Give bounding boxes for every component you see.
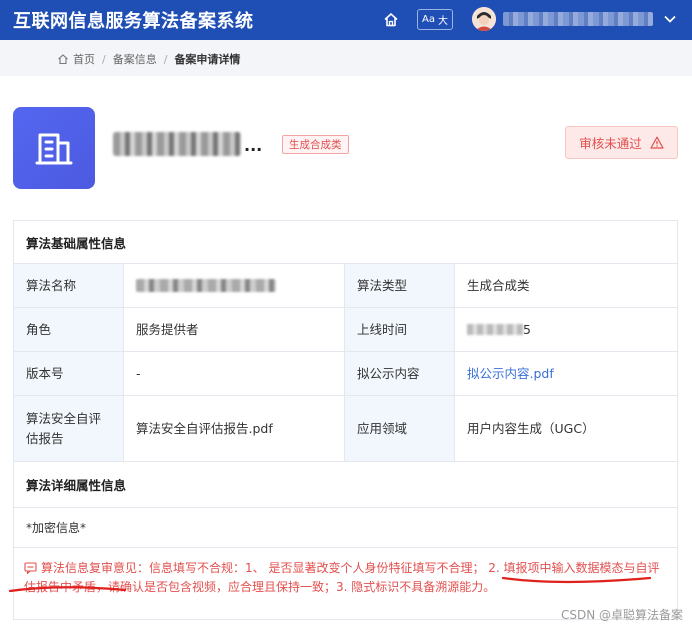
value-public-content-cell: 拟公示内容.pdf [455, 352, 677, 395]
font-size-cjk-label: 大 [437, 16, 448, 27]
status-badge: 审核未通过 [565, 126, 678, 159]
algorithm-name-ellipsis: ... [244, 136, 263, 155]
value-self-assessment[interactable]: 算法安全自评估报告.pdf [124, 396, 345, 461]
public-content-pdf-link[interactable]: 拟公示内容.pdf [467, 364, 554, 384]
app-title: 互联网信息服务算法备案系统 [13, 11, 254, 32]
home-icon [58, 54, 68, 65]
breadcrumb: 首页 / 备案信息 / 备案申请详情 [57, 51, 240, 67]
comment-icon [24, 562, 37, 574]
watermark: CSDN @卓聪算法备案 [561, 608, 684, 622]
label-self-assessment: 算法安全自评估报告 [14, 396, 124, 461]
label-application-field: 应用领域 [345, 396, 455, 461]
user-name-redacted [503, 12, 653, 26]
breadcrumb-filing-info[interactable]: 备案信息 [113, 51, 157, 67]
label-version: 版本号 [14, 352, 124, 395]
breadcrumb-home[interactable]: 首页 [73, 51, 95, 67]
algorithm-type-tag: 生成合成类 [282, 135, 349, 154]
review-text: 算法信息复审意见：信息填写不合规：1、 是否显著改变个人身份特征填写不合理； 2… [24, 561, 660, 594]
label-launch-time: 上线时间 [345, 308, 455, 351]
algorithm-name-redacted [113, 132, 241, 156]
table-row: 版本号 - 拟公示内容 拟公示内容.pdf [14, 352, 677, 396]
encrypted-note: *加密信息* [14, 508, 677, 548]
font-size-toggle-button[interactable]: Aa 大 [417, 9, 453, 30]
launch-date-visible: 5 [523, 321, 531, 337]
breadcrumb-bar: 首页 / 备案信息 / 备案申请详情 [0, 40, 692, 76]
basic-section-title: 算法基础属性信息 [14, 221, 677, 264]
details-panel: 算法基础属性信息 算法名称 算法类型 生成合成类 角色 服务提供者 上线时间 5… [13, 220, 678, 620]
building-icon [35, 133, 73, 165]
status-text: 审核未通过 [579, 136, 642, 151]
table-row: 算法名称 算法类型 生成合成类 [14, 264, 677, 308]
table-row: 算法安全自评估报告 算法安全自评估报告.pdf 应用领域 用户内容生成（UGC） [14, 396, 677, 462]
review-comment: 算法信息复审意见：信息填写不合规：1、 是否显著改变个人身份特征填写不合理； 2… [24, 559, 669, 597]
font-size-latin-label: Aa [422, 14, 435, 25]
algorithm-logo [13, 107, 95, 189]
label-public-content: 拟公示内容 [345, 352, 455, 395]
detail-section-title: 算法详细属性信息 [14, 462, 677, 508]
value-launch-time: 5 [455, 308, 677, 351]
value-version: - [124, 352, 345, 395]
warning-icon [650, 136, 664, 149]
launch-date-redacted [467, 324, 523, 335]
value-application-field: 用户内容生成（UGC） [455, 396, 677, 461]
breadcrumb-separator: / [163, 52, 168, 66]
avatar[interactable] [472, 7, 496, 31]
label-algorithm-name: 算法名称 [14, 264, 124, 307]
value-role: 服务提供者 [124, 308, 345, 351]
algorithm-name-redacted [136, 279, 276, 292]
breadcrumb-current: 备案申请详情 [174, 53, 241, 66]
value-algorithm-name [124, 264, 345, 307]
chevron-down-icon[interactable] [663, 12, 677, 26]
label-role: 角色 [14, 308, 124, 351]
value-algorithm-type: 生成合成类 [455, 264, 677, 307]
home-icon[interactable] [382, 11, 400, 29]
breadcrumb-separator: / [102, 52, 106, 66]
table-row: 角色 服务提供者 上线时间 5 [14, 308, 677, 352]
label-algorithm-type: 算法类型 [345, 264, 455, 307]
